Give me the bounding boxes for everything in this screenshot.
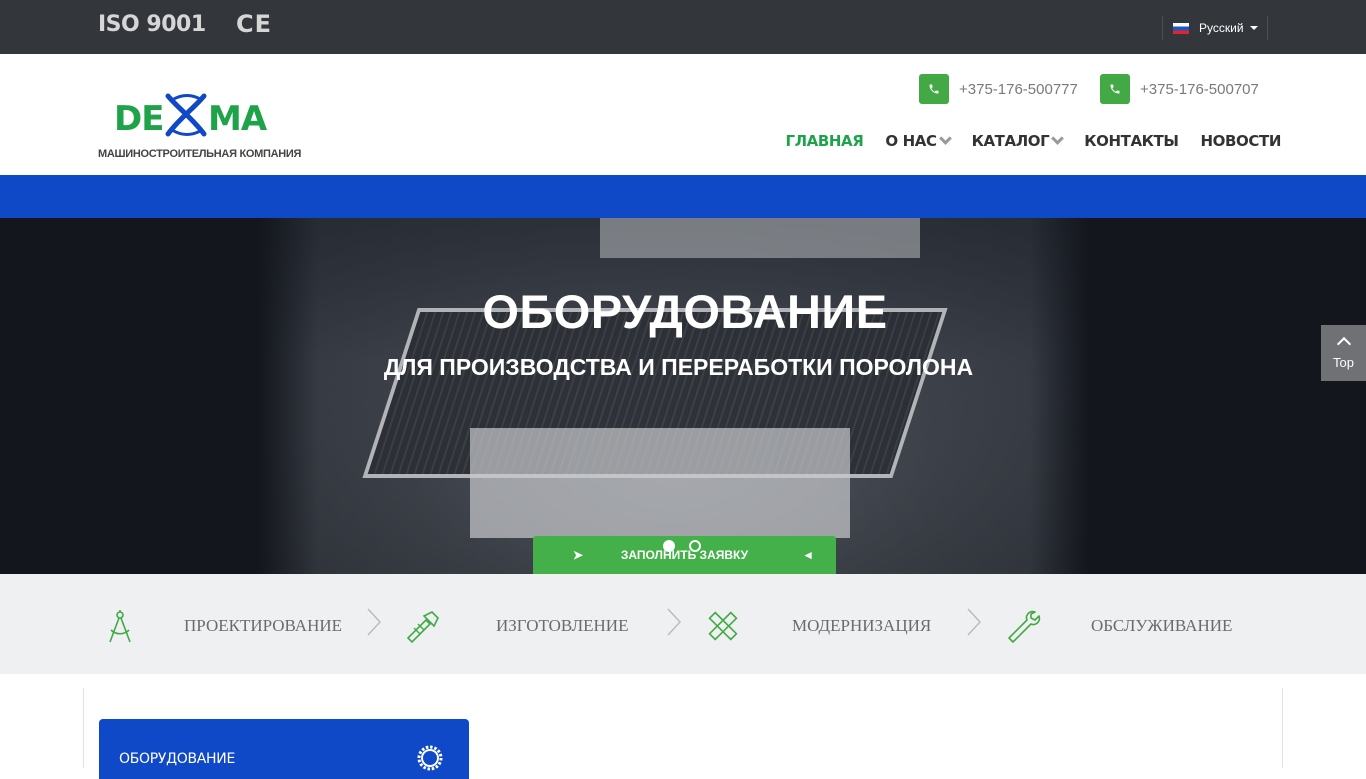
- back-to-top-button[interactable]: Top: [1321, 325, 1366, 381]
- logo-graphic: DE MA: [114, 93, 269, 139]
- language-label: Русский: [1199, 21, 1244, 35]
- main-content: ОБОРУДОВАНИЕ: [83, 688, 1283, 779]
- logo-x-mark: [165, 93, 207, 137]
- chevron-right-separator-icon: [367, 608, 381, 636]
- arrow-right-icon: ➤: [573, 548, 584, 562]
- chevron-right-separator-icon: [667, 608, 681, 636]
- blue-divider-bar: [0, 175, 1366, 218]
- gear-icon: [417, 745, 443, 771]
- phone-contact-1[interactable]: +375-176-500777: [919, 74, 1078, 104]
- top-bar: ISO 9001 CE Русский: [0, 0, 1366, 54]
- compass-icon: [109, 610, 131, 643]
- nav-label: ГЛАВНАЯ: [785, 132, 864, 150]
- language-selector[interactable]: Русский: [1162, 16, 1268, 40]
- chevron-up-icon: [1336, 336, 1351, 352]
- pencil-ruler-icon: [708, 611, 738, 641]
- chevron-right-separator-icon: [967, 608, 981, 636]
- service-item-maintenance[interactable]: ОБСЛУЖИВАНИЕ: [1005, 606, 1232, 646]
- main-nav: ГЛАВНАЯ О НАС КАТАЛОГ КОНТАКТЫ НОВОСТИ: [763, 131, 1282, 150]
- logo-subtitle: МАШИНОСТРОИТЕЛЬНАЯ КОМПАНИЯ: [98, 148, 302, 160]
- service-label: МОДЕРНИЗАЦИЯ: [792, 616, 932, 635]
- nav-item-news[interactable]: НОВОСТИ: [1200, 132, 1282, 150]
- arrow-left-icon: ◄: [802, 548, 814, 562]
- svg-text:MA: MA: [208, 99, 268, 139]
- hero-machine-base: [470, 428, 850, 538]
- hero-shade-right: [1030, 218, 1090, 574]
- service-label: ИЗГОТОВЛЕНИЕ: [496, 616, 629, 635]
- wrench-icon: [1008, 610, 1041, 643]
- phone-contact-2[interactable]: +375-176-500707: [1100, 74, 1259, 104]
- slider-dot-2[interactable]: [689, 540, 701, 552]
- hero-title: ОБОРУДОВАНИЕ: [482, 285, 888, 338]
- nav-item-catalog[interactable]: КАТАЛОГ: [971, 131, 1065, 150]
- russia-flag-icon: [1173, 22, 1189, 34]
- service-item-design[interactable]: ПРОЕКТИРОВАНИЕ: [102, 606, 342, 646]
- site-header: DE MA МАШИНОСТРОИТЕЛЬНАЯ КОМПАНИЯ +375-1…: [0, 54, 1366, 175]
- caret-down-icon: [1249, 26, 1258, 30]
- slider-dot-1[interactable]: [663, 540, 675, 552]
- phone-icon: [919, 74, 949, 104]
- catalog-card-title: ОБОРУДОВАНИЕ: [119, 751, 236, 767]
- hero-machine-gantry: [600, 218, 920, 258]
- phone-number[interactable]: +375-176-500707: [1140, 81, 1259, 98]
- nav-label: КАТАЛОГ: [971, 132, 1050, 150]
- svg-text:DE: DE: [114, 99, 163, 139]
- nav-item-contacts[interactable]: КОНТАКТЫ: [1084, 132, 1179, 150]
- service-item-manufacturing[interactable]: ИЗГОТОВЛЕНИЕ: [404, 606, 628, 646]
- service-label: ПРОЕКТИРОВАНИЕ: [184, 616, 343, 635]
- back-to-top-label: Top: [1333, 355, 1354, 370]
- slider-pagination: [663, 540, 701, 552]
- ce-mark-badge: CE: [236, 10, 273, 38]
- service-item-modernization[interactable]: МОДЕРНИЗАЦИЯ: [705, 606, 931, 646]
- nav-label: О НАС: [885, 132, 937, 150]
- phone-number[interactable]: +375-176-500777: [959, 81, 1078, 98]
- service-label: ОБСЛУЖИВАНИЕ: [1091, 616, 1233, 635]
- phone-icon: [1100, 74, 1130, 104]
- nav-label: КОНТАКТЫ: [1084, 132, 1179, 150]
- hero-slider: ОБОРУДОВАНИЕ ДЛЯ ПРОИЗВОДСТВА И ПЕРЕРАБО…: [0, 218, 1366, 574]
- services-strip: ПРОЕКТИРОВАНИЕ ИЗГОТОВЛЕНИЕ МОДЕРНИЗАЦИЯ…: [0, 574, 1366, 674]
- logo[interactable]: DE MA МАШИНОСТРОИТЕЛЬНАЯ КОМПАНИЯ: [98, 90, 302, 162]
- chevron-down-icon: [1051, 131, 1065, 145]
- catalog-card-equipment[interactable]: ОБОРУДОВАНИЕ: [99, 719, 469, 779]
- nav-item-about[interactable]: О НАС: [885, 131, 952, 150]
- tools-icon: [406, 611, 439, 644]
- hero-shade-left: [258, 218, 318, 574]
- hero-subtitle: ДЛЯ ПРОИЗВОДСТВА И ПЕРЕРАБОТКИ ПОРОЛОНА: [383, 354, 974, 380]
- iso-certificate-badge: ISO 9001: [98, 12, 206, 37]
- nav-item-home[interactable]: ГЛАВНАЯ: [785, 132, 863, 150]
- nav-label: НОВОСТИ: [1200, 132, 1282, 150]
- chevron-down-icon: [938, 131, 952, 145]
